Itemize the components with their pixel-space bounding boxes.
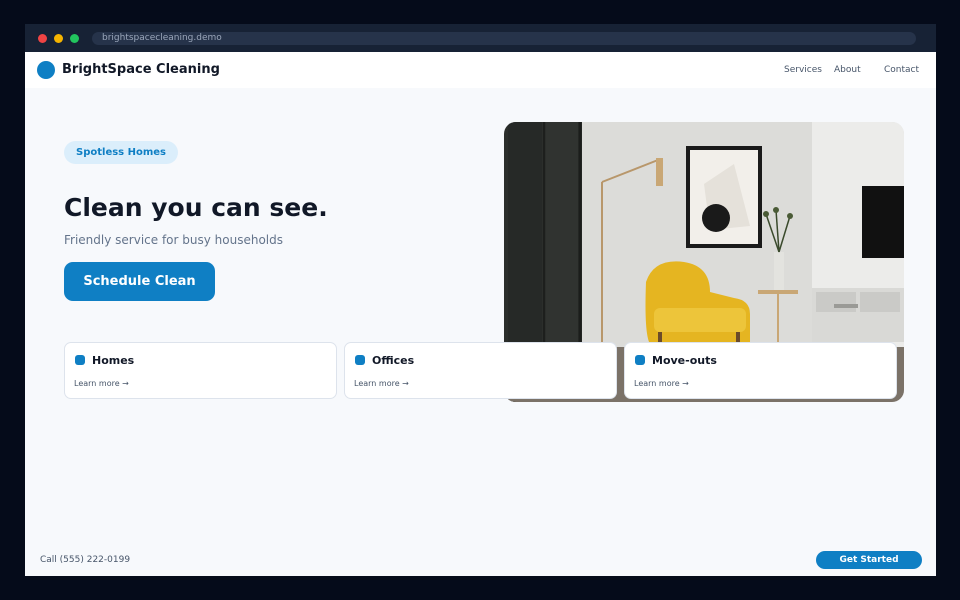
card-title: Move-outs bbox=[652, 354, 717, 367]
brand-name[interactable]: BrightSpace Cleaning bbox=[62, 61, 220, 79]
hero-badge: Spotless Homes bbox=[64, 141, 178, 164]
get-started-button[interactable]: Get Started bbox=[816, 551, 922, 569]
offices-icon bbox=[355, 355, 365, 365]
service-card-homes[interactable]: Homes Learn more → bbox=[64, 342, 337, 399]
nav-link-about[interactable]: About bbox=[834, 63, 861, 77]
service-card-move-outs[interactable]: Move-outs Learn more → bbox=[624, 342, 897, 399]
maximize-window-icon[interactable] bbox=[70, 34, 79, 43]
close-window-icon[interactable] bbox=[38, 34, 47, 43]
hero-title: Clean you can see. bbox=[64, 193, 328, 222]
learn-more-link[interactable]: Learn more → bbox=[74, 378, 129, 390]
card-title: Homes bbox=[92, 354, 135, 367]
card-title: Offices bbox=[372, 354, 415, 367]
nav-link-contact[interactable]: Contact bbox=[884, 63, 919, 77]
brand-logo-icon[interactable] bbox=[37, 61, 55, 79]
browser-titlebar: brightspacecleaning.demo bbox=[25, 24, 936, 52]
move-outs-icon bbox=[635, 355, 645, 365]
hero-subtitle: Friendly service for busy households bbox=[64, 233, 283, 247]
learn-more-link[interactable]: Learn more → bbox=[354, 378, 409, 390]
schedule-clean-button[interactable]: Schedule Clean bbox=[64, 262, 215, 301]
service-card-offices[interactable]: Offices Learn more → bbox=[344, 342, 617, 399]
minimize-window-icon[interactable] bbox=[54, 34, 63, 43]
site-header: BrightSpace Cleaning Services About Cont… bbox=[25, 52, 936, 88]
nav-link-services[interactable]: Services bbox=[784, 63, 822, 77]
browser-window: brightspacecleaning.demo BrightSpace Cle… bbox=[25, 24, 936, 576]
learn-more-link[interactable]: Learn more → bbox=[634, 378, 689, 390]
contact-phone: Call (555) 222-0199 bbox=[40, 555, 131, 565]
homes-icon bbox=[75, 355, 85, 365]
address-bar[interactable]: brightspacecleaning.demo bbox=[92, 32, 916, 45]
